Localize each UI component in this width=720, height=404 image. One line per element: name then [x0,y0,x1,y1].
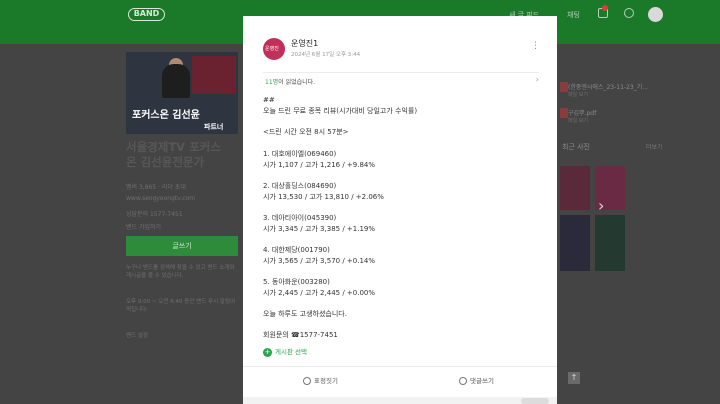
band-join-label: 밴드 가입하기 [126,224,162,231]
post-line: 1. 대호에이엘(069460) [263,150,337,158]
post-line: <드린 시간 오전 8시 57분> [263,128,349,136]
post-line: 오늘 하루도 고생하셨습니다. [263,310,347,318]
scroll-top-icon[interactable]: ↑ [568,372,580,384]
photo-thumbnail[interactable] [560,166,590,210]
author-name[interactable]: 운영진1 [291,38,318,49]
post-line: 시가 13,530 / 고가 13,810 / +2.06% [263,193,384,201]
plus-icon: + [263,347,272,357]
comment-button[interactable]: 댓글쓰기 [459,375,494,385]
post-line: ## [263,96,275,104]
band-cover-image: 포커스온 김선윤 파트너 [126,52,238,134]
post-line: 오늘 드린 무료 종목 리뷰(시가대비 당일고가 수익률) [263,107,418,115]
author-avatar[interactable]: 운영진 [263,38,285,60]
notification-badge [602,5,608,11]
smile-icon [303,377,311,385]
chevron-right-icon[interactable]: › [598,196,604,215]
recent-photos-more[interactable]: 더보기 [646,142,663,151]
file-name: (한중엔시에스_23-11-23_기... [568,84,648,91]
band-name: 서울경제TV 포커스 온 김선윤전문가 [126,140,238,170]
post-line: 시가 3,345 / 고가 3,385 / +1.19% [263,225,376,233]
band-link[interactable]: www.seogyeongtv.com [126,195,195,202]
band-settings-link[interactable]: 밴드 설정 [126,332,238,340]
more-options-icon[interactable]: ⋮ [531,42,540,51]
band-logo[interactable]: BAND [128,8,165,21]
send-button[interactable] [521,398,549,404]
post-modal: 운영진 운영진1 2024년 6월 17일 오후 3:44 ⋮ 11명이 읽었습… [243,16,557,404]
comment-input-strip[interactable] [243,397,557,404]
read-count-row[interactable]: 11명이 읽었습니다. › [263,72,539,86]
post-date: 2024년 6월 17일 오후 3:44 [291,52,361,58]
settings-icon[interactable] [624,8,634,18]
board-select-label: 게시판 선택 [275,348,307,356]
comment-label: 댓글쓰기 [470,377,494,385]
push-notice: 오후 9:00 ~ 오전 6:40 동안 밴드 푸시 알림이 꺼집니다. [126,299,236,313]
file-view-link[interactable]: 파일 보기 [568,91,588,98]
recent-photos-title: 최근 사진 [562,143,590,151]
topbar-item-chat[interactable]: 채팅 [567,10,580,20]
post-line: 3. 데아티아이(045390) [263,214,337,222]
file-view-link[interactable]: 파일 보기 [568,117,588,124]
cover-person [162,64,190,98]
photo-thumbnail[interactable] [560,215,590,271]
cover-subtitle: 파트너 [204,123,224,131]
chevron-right-icon: › [535,75,539,84]
read-count-number: 11명 [265,79,279,86]
post-line: 5. 동아화운(003280) [263,278,330,286]
file-icon [560,82,568,92]
file-icon [560,108,568,118]
photo-thumbnail[interactable] [595,215,625,271]
reaction-button[interactable]: 표정짓기 [303,375,338,385]
band-name-line1: 서울경제TV 포커스 [126,140,221,154]
read-count: 11명이 읽었습니다. [265,77,315,86]
board-select-button[interactable]: + 게시판 선택 [263,346,307,357]
author-avatar-text: 운영진 [265,46,279,52]
band-visibility-note: 누구나 밴드를 검색해 찾을 수 있고 밴드 소개와 게시글을 볼 수 있습니다… [126,265,235,279]
post-line: 회원문의 ☎1577-7451 [263,331,338,339]
file-name: 구김뿌.pdf [568,110,597,117]
read-count-text: 이 읽었습니다. [278,79,316,86]
cover-title: 포커스온 김선윤 [132,110,200,121]
band-name-line2: 온 김선윤전문가 [126,155,205,169]
post-line: 시가 3,565 / 고가 3,570 / +0.14% [263,257,376,265]
comment-icon [459,377,467,385]
post-line: 시가 1,107 / 고가 1,216 / +9.84% [263,161,376,169]
user-avatar[interactable] [648,7,663,22]
cover-graph-decoration [192,56,236,94]
post-action-bar: 표정짓기 댓글쓰기 [243,366,557,394]
post-line: 2. 대상홀딩스(084690) [263,182,337,190]
reaction-label: 표정짓기 [314,377,338,385]
post-line: 시가 2,445 / 고가 2,445 / +0.00% [263,289,376,297]
write-post-button[interactable]: 글쓰기 [126,236,238,256]
band-contact: 상담문의 1577-7451 [126,211,183,218]
band-members[interactable]: 멤버 3,865 · 리더 초대 [126,182,186,191]
post-line: 4. 대한제당(001790) [263,246,330,254]
